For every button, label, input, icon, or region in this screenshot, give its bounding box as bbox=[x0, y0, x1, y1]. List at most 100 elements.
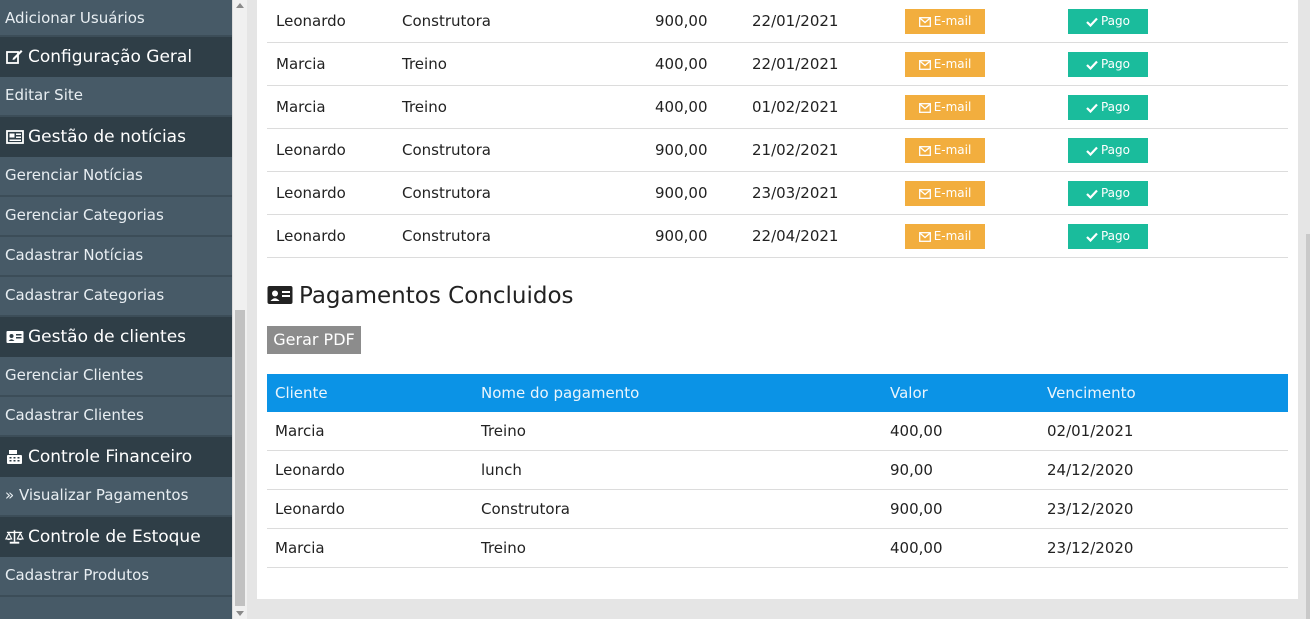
send-email-button[interactable]: E-mail bbox=[905, 181, 985, 206]
sidebar-item-cadastrar-noticias[interactable]: Cadastrar Notícias bbox=[0, 237, 232, 277]
cell-valor: 900,00 bbox=[890, 500, 943, 518]
sidebar-section-gestao-noticias: Gestão de notícias bbox=[0, 117, 232, 157]
mark-paid-button[interactable]: Pago bbox=[1068, 138, 1148, 163]
send-email-button[interactable]: E-mail bbox=[905, 224, 985, 249]
id-card-icon bbox=[267, 285, 293, 307]
envelope-icon bbox=[918, 231, 931, 242]
mark-paid-button[interactable]: Pago bbox=[1068, 181, 1148, 206]
send-email-button[interactable]: E-mail bbox=[905, 138, 985, 163]
table-row: Marcia Treino 400,00 02/01/2021 bbox=[267, 412, 1288, 451]
sidebar-section-title: Gestão de clientes bbox=[28, 327, 187, 347]
paid-button-label: Pago bbox=[1100, 143, 1130, 157]
cell-nome: Construtora bbox=[402, 12, 491, 30]
email-button-label: E-mail bbox=[933, 57, 972, 71]
scrollbar-thumb[interactable] bbox=[235, 310, 245, 606]
cell-vencimento: 23/12/2020 bbox=[1047, 539, 1134, 557]
paid-button-label: Pago bbox=[1100, 57, 1130, 71]
newspaper-icon bbox=[5, 129, 24, 145]
cell-cliente: Leonardo bbox=[275, 461, 345, 479]
completed-table-header: Cliente Nome do pagamento Valor Vencimen… bbox=[267, 374, 1288, 412]
cell-nome: Treino bbox=[402, 98, 447, 116]
envelope-icon bbox=[918, 102, 931, 113]
mark-paid-button[interactable]: Pago bbox=[1068, 9, 1148, 34]
sidebar-item-editar-site[interactable]: Editar Site bbox=[0, 77, 232, 117]
section-title-text: Pagamentos Concluidos bbox=[299, 283, 574, 309]
page-scrollbar-track[interactable] bbox=[1306, 234, 1310, 619]
scroll-up-arrow-icon[interactable] bbox=[236, 3, 244, 8]
sidebar: Adicionar Usuários Configuração Geral Ed… bbox=[0, 0, 232, 619]
table-row: Marcia Treino 400,00 01/02/2021 E-mail Pago bbox=[267, 86, 1288, 129]
paid-button-label: Pago bbox=[1100, 100, 1130, 114]
cell-cliente: Marcia bbox=[275, 539, 325, 557]
check-icon bbox=[1086, 17, 1098, 27]
sidebar-item-gerenciar-categorias[interactable]: Gerenciar Categorias bbox=[0, 197, 232, 237]
table-row: Marcia Treino 400,00 22/01/2021 E-mail Pago bbox=[267, 43, 1288, 86]
cell-cliente: Leonardo bbox=[276, 184, 346, 202]
cell-nome: Treino bbox=[481, 422, 526, 440]
envelope-icon bbox=[918, 145, 931, 156]
column-header-vencimento[interactable]: Vencimento bbox=[1047, 374, 1136, 412]
cell-valor: 900,00 bbox=[655, 141, 708, 159]
sidebar-section-controle-estoque: Controle de Estoque bbox=[0, 517, 232, 557]
mark-paid-button[interactable]: Pago bbox=[1068, 224, 1148, 249]
cell-vencimento: 22/04/2021 bbox=[752, 227, 839, 245]
cell-cliente: Leonardo bbox=[276, 141, 346, 159]
mark-paid-button[interactable]: Pago bbox=[1068, 52, 1148, 77]
envelope-icon bbox=[918, 59, 931, 70]
cell-nome: Construtora bbox=[402, 141, 491, 159]
cell-cliente: Leonardo bbox=[275, 500, 345, 518]
send-email-button[interactable]: E-mail bbox=[905, 95, 985, 120]
cell-vencimento: 22/01/2021 bbox=[752, 55, 839, 73]
sidebar-section-title: Controle Financeiro bbox=[28, 447, 193, 467]
sidebar-item-visualizar-pagamentos[interactable]: » Visualizar Pagamentos bbox=[0, 477, 232, 517]
sidebar-section-title: Configuração Geral bbox=[28, 47, 193, 67]
cell-vencimento: 23/12/2020 bbox=[1047, 500, 1134, 518]
table-row: Leonardo Construtora 900,00 22/01/2021 E-mai… bbox=[267, 0, 1288, 43]
column-header-cliente[interactable]: Cliente bbox=[275, 374, 328, 412]
paid-button-label: Pago bbox=[1100, 229, 1130, 243]
send-email-button[interactable]: E-mail bbox=[905, 52, 985, 77]
sidebar-item-cadastrar-categorias[interactable]: Cadastrar Categorias bbox=[0, 277, 232, 317]
sidebar-item-adicionar-usuarios[interactable]: Adicionar Usuários bbox=[0, 0, 232, 37]
sidebar-section-title: Controle de Estoque bbox=[28, 527, 201, 547]
table-row: Leonardo Construtora 900,00 23/03/2021 E-mai… bbox=[267, 172, 1288, 215]
cell-valor: 900,00 bbox=[655, 227, 708, 245]
completed-payments-heading: Pagamentos Concluidos bbox=[267, 280, 574, 312]
table-row: Leonardo Construtora 900,00 21/02/2021 E-mai… bbox=[267, 129, 1288, 172]
mark-paid-button[interactable]: Pago bbox=[1068, 95, 1148, 120]
cell-cliente: Marcia bbox=[276, 98, 326, 116]
cell-vencimento: 22/01/2021 bbox=[752, 12, 839, 30]
table-row: Leonardo Construtora 900,00 22/04/2021 E-mai… bbox=[267, 215, 1288, 258]
column-header-valor[interactable]: Valor bbox=[890, 374, 928, 412]
edit-icon bbox=[5, 49, 24, 65]
cell-valor: 90,00 bbox=[890, 461, 933, 479]
envelope-icon bbox=[918, 16, 931, 27]
sidebar-item-cadastrar-produtos[interactable]: Cadastrar Produtos bbox=[0, 557, 232, 597]
cell-nome: Construtora bbox=[402, 227, 491, 245]
envelope-icon bbox=[918, 188, 931, 199]
cash-register-icon bbox=[5, 449, 24, 465]
check-icon bbox=[1086, 189, 1098, 199]
cell-vencimento: 21/02/2021 bbox=[752, 141, 839, 159]
scroll-down-arrow-icon[interactable] bbox=[236, 611, 244, 616]
generate-pdf-button[interactable]: Gerar PDF bbox=[267, 326, 361, 354]
sidebar-item-cadastrar-clientes[interactable]: Cadastrar Clientes bbox=[0, 397, 232, 437]
cell-vencimento: 02/01/2021 bbox=[1047, 422, 1134, 440]
sidebar-scrollbar[interactable] bbox=[232, 0, 247, 619]
sidebar-item-gerenciar-noticias[interactable]: Gerenciar Notícias bbox=[0, 157, 232, 197]
column-header-nome-pagamento[interactable]: Nome do pagamento bbox=[481, 374, 639, 412]
cell-valor: 400,00 bbox=[890, 539, 943, 557]
email-button-label: E-mail bbox=[933, 100, 972, 114]
send-email-button[interactable]: E-mail bbox=[905, 9, 985, 34]
check-icon bbox=[1086, 146, 1098, 156]
check-icon bbox=[1086, 103, 1098, 113]
cell-valor: 900,00 bbox=[655, 12, 708, 30]
paid-button-label: Pago bbox=[1100, 186, 1130, 200]
cell-vencimento: 24/12/2020 bbox=[1047, 461, 1134, 479]
cell-valor: 400,00 bbox=[655, 55, 708, 73]
cell-valor: 900,00 bbox=[655, 184, 708, 202]
cell-nome: Treino bbox=[402, 55, 447, 73]
sidebar-item-gerenciar-clientes[interactable]: Gerenciar Clientes bbox=[0, 357, 232, 397]
table-row: Marcia Treino 400,00 23/12/2020 bbox=[267, 529, 1288, 568]
email-button-label: E-mail bbox=[933, 229, 972, 243]
